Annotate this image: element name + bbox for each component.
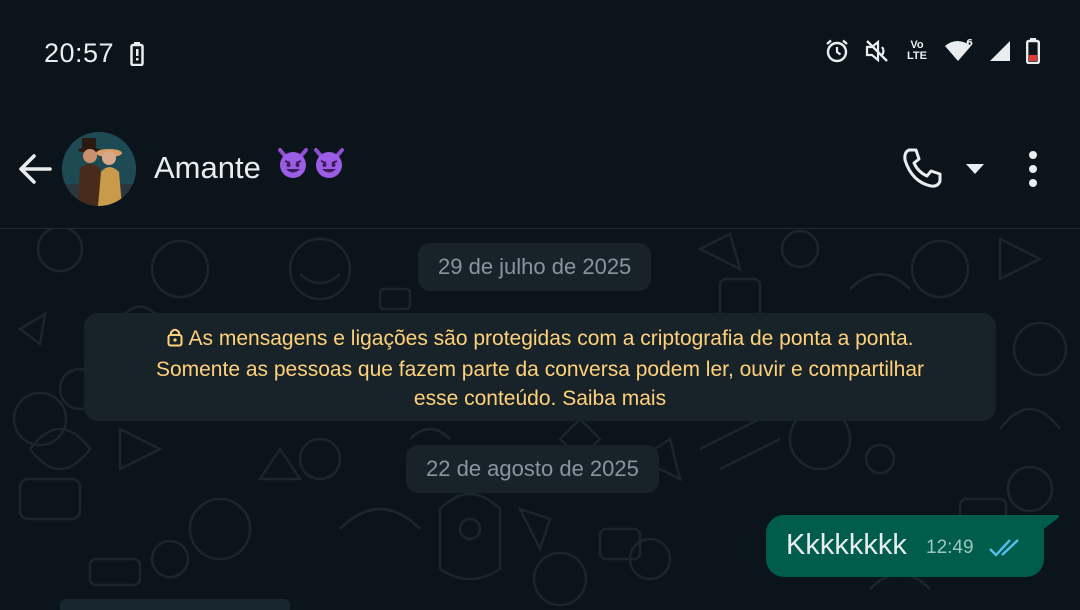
mute-icon [865, 39, 888, 63]
encryption-notice[interactable]: As mensagens e ligações são protegidas c… [84, 313, 996, 421]
smiling-imp-emoji [312, 146, 346, 185]
phone-icon[interactable] [900, 146, 944, 195]
bubble-tail [1036, 515, 1059, 535]
chat-area[interactable]: 29 de julho de 2025 As mensagens e ligaç… [0, 229, 1080, 610]
encryption-text-line-1: As mensagens e ligações são protegidas c… [188, 327, 914, 350]
lock-icon [167, 326, 183, 355]
alarm-icon [826, 39, 848, 63]
date-chip: 29 de julho de 2025 [418, 243, 652, 291]
outgoing-message[interactable]: Kkkkkkkk 12:49 [766, 515, 1044, 577]
avatar[interactable] [62, 132, 136, 206]
message-text: Kkkkkkkk [786, 529, 907, 561]
caret-down-icon[interactable] [964, 162, 986, 181]
date-chip: 22 de agosto de 2025 [406, 445, 659, 493]
battery-saver-icon [130, 42, 144, 71]
status-time: 20:57 [44, 38, 115, 68]
encryption-text-line-3: esse conteúdo. Saiba mais [413, 387, 667, 410]
image-message-preview[interactable] [60, 599, 290, 610]
chat-header: Amante [0, 110, 1080, 229]
contact-name[interactable]: Amante [154, 150, 261, 186]
more-vert-icon[interactable] [1026, 150, 1040, 193]
svg-text:6: 6 [966, 38, 973, 49]
wifi-icon: 6 [945, 38, 973, 61]
signal-icon [990, 41, 1010, 61]
battery-low-icon [1026, 38, 1040, 64]
read-ticks-icon [988, 537, 1024, 564]
volte-icon: Vo LTE [907, 39, 927, 62]
status-bar: 20:57 Vo LTE 6 [0, 0, 1080, 110]
smiling-imp-emoji [276, 146, 310, 185]
status-icons: Vo LTE 6 [824, 38, 1040, 64]
back-arrow-icon[interactable] [16, 150, 54, 193]
message-time: 12:49 [926, 537, 974, 558]
encryption-text-line-2: Somente as pessoas que fazem parte da co… [155, 358, 925, 381]
